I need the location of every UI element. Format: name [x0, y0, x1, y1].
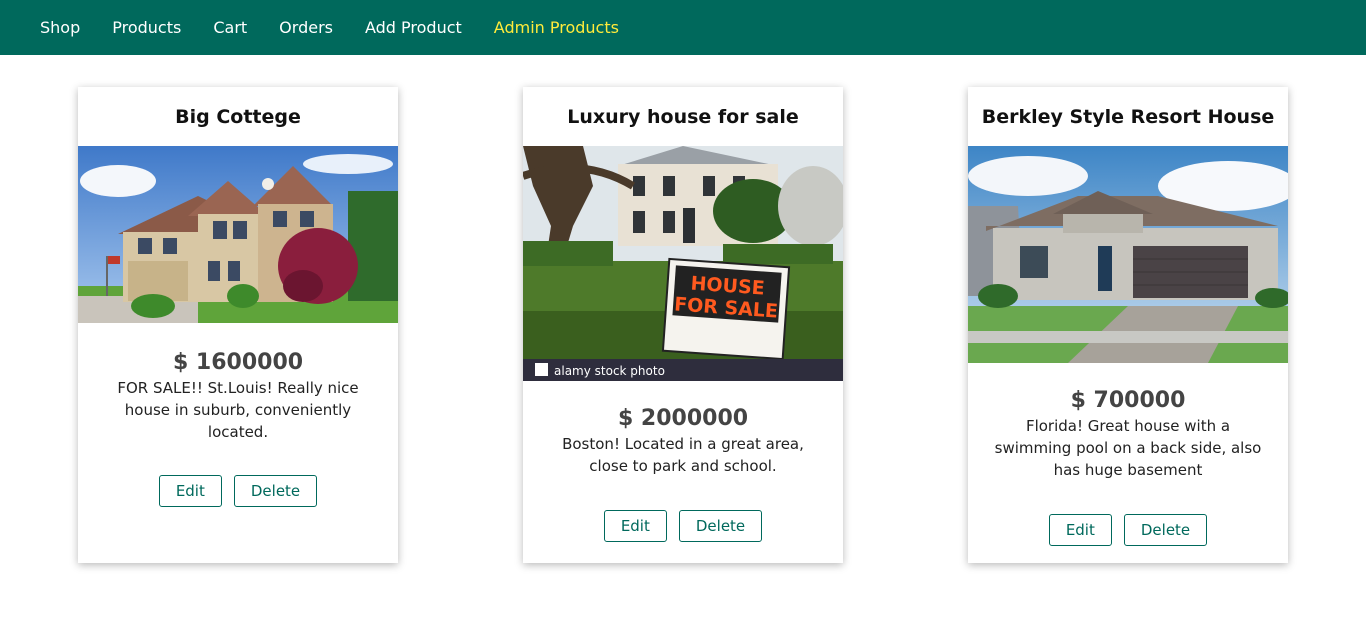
- product-card: Berkley Style Resort House $ 700000 Flor…: [968, 87, 1288, 563]
- edit-button[interactable]: Edit: [603, 510, 667, 542]
- nav-link-shop[interactable]: Shop: [40, 0, 80, 55]
- watermark-text: alamy stock photo: [554, 364, 665, 378]
- product-actions: Edit Delete: [603, 510, 763, 542]
- nav-link-products[interactable]: Products: [112, 0, 181, 55]
- product-description: Florida! Great house with a swimming poo…: [994, 417, 1262, 479]
- product-description: FOR SALE!! St.Louis! Really nice house i…: [117, 379, 359, 441]
- product-description: Boston! Located in a great area, close t…: [562, 435, 804, 475]
- edit-button[interactable]: Edit: [158, 475, 222, 507]
- product-title: Big Cottege: [175, 105, 301, 128]
- product-body: $ 1600000 FOR SALE!! St.Louis! Really ni…: [78, 349, 398, 443]
- product-card: Big Cottege $ 1600000 FOR SALE!! St.Loui…: [78, 87, 398, 563]
- nav-link-admin-products[interactable]: Admin Products: [494, 0, 619, 55]
- product-price: $ 2000000: [617, 406, 749, 431]
- product-title: Luxury house for sale: [567, 105, 799, 128]
- product-grid: Big Cottege $ 1600000 FOR SALE!! St.Loui…: [0, 55, 1366, 638]
- product-actions: Edit Delete: [158, 475, 318, 507]
- product-card: Luxury house for sale HOUSE FOR SALE ala…: [523, 87, 843, 563]
- product-price: $ 1600000: [172, 350, 304, 375]
- product-body: $ 700000 Florida! Great house with a swi…: [968, 387, 1288, 481]
- nav-link-add-product[interactable]: Add Product: [365, 0, 462, 55]
- product-image: [968, 146, 1288, 363]
- product-image: HOUSE FOR SALE alamy stock photo: [523, 146, 843, 381]
- nav-link-cart[interactable]: Cart: [213, 0, 247, 55]
- product-title: Berkley Style Resort House: [981, 105, 1275, 128]
- product-body: $ 2000000 Boston! Located in a great are…: [523, 405, 843, 477]
- edit-button[interactable]: Edit: [1048, 514, 1112, 546]
- main-navigation: Shop Products Cart Orders Add Product Ad…: [0, 0, 1366, 55]
- product-price: $ 700000: [1070, 388, 1186, 413]
- delete-button[interactable]: Delete: [1123, 514, 1208, 546]
- nav-link-orders[interactable]: Orders: [279, 0, 333, 55]
- delete-button[interactable]: Delete: [678, 510, 763, 542]
- product-actions: Edit Delete: [1048, 514, 1208, 546]
- delete-button[interactable]: Delete: [233, 475, 318, 507]
- product-image: [78, 146, 398, 323]
